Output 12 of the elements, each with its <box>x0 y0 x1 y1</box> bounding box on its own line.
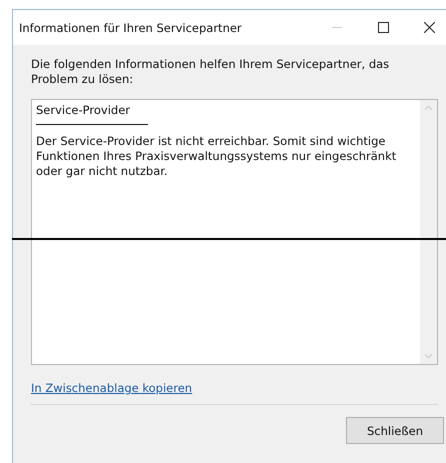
close-dialog-button[interactable]: Schließen <box>346 417 444 444</box>
scroll-down-icon[interactable] <box>425 354 432 358</box>
intro-text: Die folgenden Informationen helfen Ihrem Servicepartner, das Problem zu lösen: <box>31 57 390 87</box>
scroll-up-icon[interactable] <box>425 106 432 110</box>
copy-link[interactable]: In Zwischenablage kopieren <box>31 381 192 395</box>
maximize-icon[interactable] <box>378 22 388 33</box>
scrollbar[interactable] <box>420 100 437 364</box>
details-message: Der Service-Provider ist nicht erreichbar. Somit sind wichtige Funktionen Ihres Praxisverwaltungssystems nur eingeschränkt oder gar nicht nutzbar. <box>36 134 398 179</box>
close-icon[interactable] <box>424 22 434 33</box>
window-title: Informationen für Ihren Servicepartner <box>19 20 243 34</box>
minimize-icon[interactable] <box>332 26 342 28</box>
details-heading: Service-Provider <box>36 103 131 118</box>
